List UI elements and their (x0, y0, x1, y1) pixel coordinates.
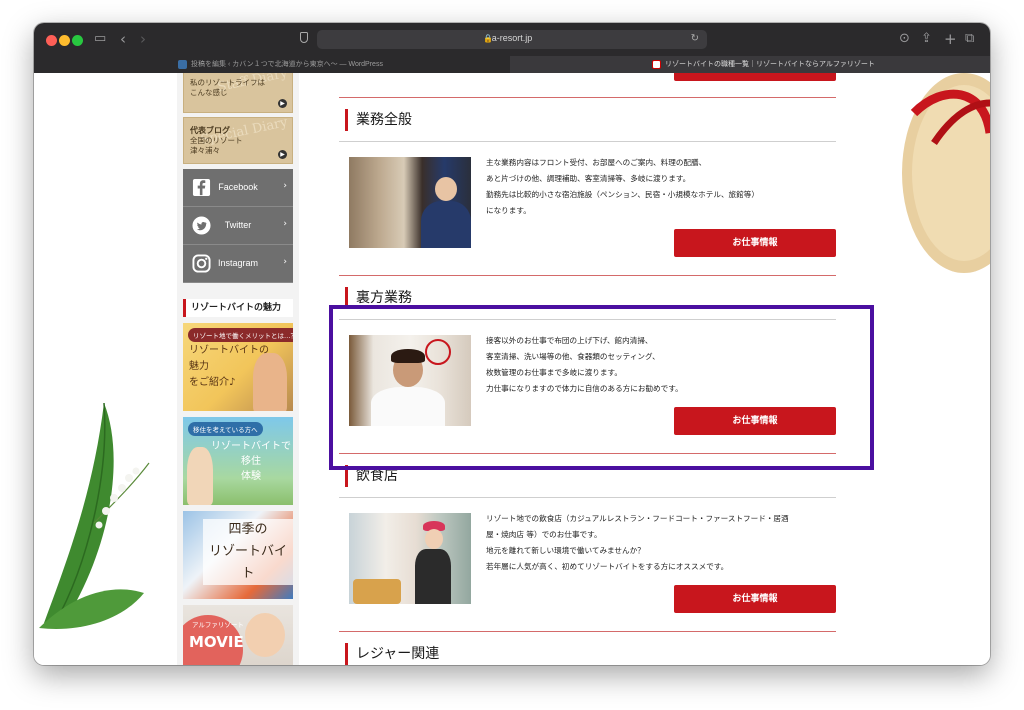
four-seasons-promo[interactable]: 四季の リゾートバイト (183, 511, 293, 599)
food-tray (353, 579, 401, 604)
address-url: a-resort.jp (491, 33, 533, 43)
section-photo-general (349, 157, 471, 248)
person-face (425, 529, 443, 549)
tab-bar: 投稿を編集 ‹ カバン１つで北海道から東京へ〜 — WordPress リゾート… (34, 56, 990, 73)
reload-icon[interactable]: ↻ (691, 33, 699, 44)
previous-job-info-button[interactable] (674, 73, 836, 81)
resort-charm-heading: リゾートバイトの魅力 (183, 299, 293, 317)
download-icon[interactable]: ⊙ (899, 31, 910, 47)
arrow-right-icon: ▶ (278, 99, 287, 108)
page-content[interactable]: Staff Diary 私のリゾートライフは こんな感じ ▶ Special D… (34, 73, 990, 665)
section-title-general: 業務全般 (345, 109, 825, 131)
promo-photo (245, 613, 285, 657)
person-body (421, 201, 471, 248)
promo-pill: アルファリゾート (192, 621, 244, 629)
banner-text: 代表ブログ 全国のリゾート 津々浦々 (190, 126, 243, 156)
section-description-restaurant: リゾート地での飲食店（カジュアルレストラン・フードコート・ファーストフード・居酒… (486, 514, 789, 571)
back-icon[interactable]: ‹ (120, 31, 126, 47)
maximize-window-button[interactable] (72, 35, 83, 46)
social-label: Instagram (217, 258, 259, 268)
promo-heading: 四季の リゾートバイト (203, 519, 293, 585)
new-tab-icon[interactable]: + (944, 31, 957, 47)
promo-heading: MOVIE (189, 633, 244, 651)
tab-title: リゾートバイトの職種一覧｜リゾートバイトならアルファリゾート (665, 61, 875, 68)
job-info-button-restaurant[interactable]: お仕事情報 (674, 585, 836, 613)
backstage-highlight-box (329, 305, 874, 470)
staff-diary-banner[interactable]: Staff Diary 私のリゾートライフは こんな感じ ▶ (183, 73, 293, 113)
close-window-button[interactable] (46, 35, 57, 46)
section-description-general: 主な業務内容はフロント受付、お部屋へのご案内、料理の配膳、 あと片づけの他、調理… (486, 158, 759, 215)
banner-text: 私のリゾートライフは こんな感じ (190, 78, 265, 97)
promo-pill: 移住を考えている方へ (188, 422, 263, 436)
twitter-link[interactable]: Twitter › (183, 207, 293, 245)
tab-alpha-resort[interactable]: リゾートバイトの職種一覧｜リゾートバイトならアルファリゾート (510, 56, 990, 73)
movie-promo[interactable]: アルファリゾート MOVIE (183, 605, 293, 665)
arrow-right-icon: ▶ (278, 150, 287, 159)
banner-subtext: 全国のリゾート 津々浦々 (190, 136, 243, 155)
special-diary-banner[interactable]: Special Diary 代表ブログ 全国のリゾート 津々浦々 ▶ (183, 115, 293, 164)
social-label: Twitter (224, 220, 252, 230)
forward-icon[interactable]: › (140, 31, 146, 47)
facebook-link[interactable]: Facebook › (183, 169, 293, 207)
section-divider (339, 631, 836, 632)
tab-overview-icon[interactable]: ⧉ (965, 31, 974, 47)
address-bar[interactable]: 🔒 a-resort.jp ↻ (317, 30, 707, 49)
tab-wordpress[interactable]: 投稿を編集 ‹ カバン１つで北海道から東京へ〜 — WordPress (34, 56, 510, 73)
person-face (435, 177, 457, 201)
privacy-shield-icon[interactable] (300, 32, 308, 43)
migration-promo[interactable]: 移住を考えている方へ リゾートバイトで 移住 体験 (183, 417, 293, 505)
browser-window: ▭ ‹ › 🔒 a-resort.jp ↻ ⊙ ⇪ + ⧉ 投稿を編集 ‹ カバ… (34, 23, 990, 665)
instagram-link[interactable]: Instagram › (183, 245, 293, 283)
wordpress-favicon-icon (178, 59, 187, 69)
promo-heading: リゾートバイトで 移住 体験 (211, 441, 291, 482)
promo-photo (253, 353, 287, 411)
promo-photo (187, 447, 213, 505)
section-divider (339, 275, 836, 276)
banner-title: 代表ブログ (190, 126, 230, 135)
chevron-right-icon: › (283, 219, 287, 229)
section-photo-restaurant (349, 513, 471, 604)
title-underline (339, 141, 836, 142)
minimize-window-button[interactable] (59, 35, 70, 46)
job-info-button-general[interactable]: お仕事情報 (674, 229, 836, 257)
title-underline (339, 497, 836, 498)
chevron-right-icon: › (283, 181, 287, 191)
share-icon[interactable]: ⇪ (921, 31, 932, 47)
tab-title: 投稿を編集 ‹ カバン１つで北海道から東京へ〜 — WordPress (191, 61, 383, 68)
sidebar-toggle-icon[interactable]: ▭ (94, 31, 106, 47)
person-body (415, 549, 451, 604)
social-label: Facebook (218, 182, 258, 192)
lily-of-the-valley-decoration (39, 402, 150, 629)
alpha-resort-favicon-icon (652, 59, 661, 69)
chevron-right-icon: › (283, 257, 287, 267)
sandal-decoration (902, 73, 990, 273)
resort-charm-promo[interactable]: リゾート地で働くメリットとは…？ リゾートバイトの 魅力 をご紹介♪ (183, 323, 293, 411)
section-divider (339, 97, 836, 98)
section-title-leisure: レジャー関連 (345, 643, 825, 665)
promo-pill: リゾート地で働くメリットとは…？ (188, 328, 293, 342)
title-bar: ▭ ‹ › 🔒 a-resort.jp ↻ ⊙ ⇪ + ⧉ (34, 23, 990, 56)
sidebar: Staff Diary 私のリゾートライフは こんな感じ ▶ Special D… (177, 73, 299, 665)
